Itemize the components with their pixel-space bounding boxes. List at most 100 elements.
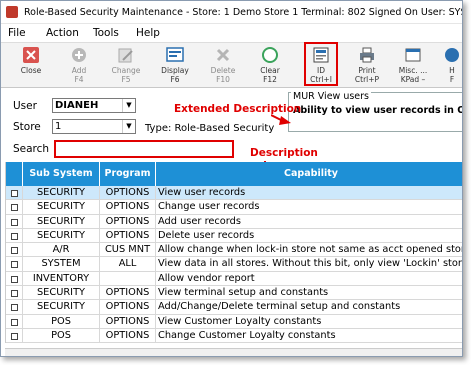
add-icon <box>70 46 88 64</box>
row-select-cell[interactable] <box>6 228 23 243</box>
row-checkbox[interactable] <box>11 304 18 312</box>
row-checkbox[interactable] <box>11 261 18 269</box>
display-button[interactable]: Display F6 <box>155 45 195 87</box>
toolbar: Close Add F4 Change F5 Display F6 Delete… <box>1 42 462 88</box>
search-input[interactable] <box>54 140 234 158</box>
table-row[interactable]: SECURITY OPTIONS Change user records <box>6 200 462 215</box>
chevron-down-icon[interactable]: ▼ <box>122 120 135 133</box>
header-program[interactable]: Program <box>100 162 156 186</box>
print-icon <box>358 46 376 64</box>
menu-bar: File Action Tools Help <box>1 24 462 42</box>
row-select-cell[interactable] <box>6 271 23 286</box>
program-cell: CUS MNT <box>100 243 156 257</box>
store-combo[interactable]: 1 ▼ <box>52 119 136 134</box>
delete-button[interactable]: Delete F10 <box>203 45 243 87</box>
capability-cell: Add user records <box>156 215 462 228</box>
table-row[interactable]: SECURITY OPTIONS View user records <box>6 186 462 201</box>
type-text: Type: Role-Based Security <box>145 123 275 134</box>
add-button[interactable]: Add F4 <box>59 45 99 87</box>
menu-file[interactable]: File <box>8 27 26 39</box>
help-button[interactable]: H F <box>441 45 462 87</box>
sub-system-cell: A/R <box>23 243 100 257</box>
help-key: F <box>449 75 455 84</box>
capability-cell: View user records <box>156 186 462 199</box>
extended-description-text: Ability to view user records in Optio Co… <box>293 105 462 116</box>
chevron-down-icon[interactable]: ▼ <box>122 99 135 112</box>
sub-system-cell: SECURITY <box>23 200 100 214</box>
user-combo[interactable]: DIANEH ▼ <box>52 98 136 113</box>
header-sub-system[interactable]: Sub System <box>23 162 100 186</box>
clear-label: Clear <box>260 66 280 75</box>
table-row[interactable]: A/R CUS MNT Allow change when lock-in stor… <box>6 243 463 258</box>
help-label: H <box>449 66 455 75</box>
print-key: Ctrl+P <box>354 75 380 84</box>
capability-cell: Allow change when lock-in store not same… <box>158 244 463 256</box>
row-select-cell[interactable] <box>6 257 23 271</box>
row-select-cell[interactable] <box>6 214 23 228</box>
menu-action[interactable]: Action <box>46 27 79 39</box>
row-checkbox[interactable] <box>11 318 18 326</box>
table-row[interactable]: SECURITY OPTIONS Add user records <box>6 214 462 229</box>
table-row[interactable]: SECURITY OPTIONS View terminal setup and c… <box>6 286 462 301</box>
clear-icon <box>261 46 279 64</box>
close-label: Close <box>20 66 42 75</box>
clear-key: F12 <box>263 75 277 84</box>
sub-system-cell: SECURITY <box>23 228 100 243</box>
title-bar: Role-Based Security Maintenance - Store:… <box>1 1 462 24</box>
change-button[interactable]: Change F5 <box>106 45 146 87</box>
display-label: Display <box>161 66 189 75</box>
display-key: F6 <box>170 75 180 84</box>
table-row[interactable]: INVENTORY Allow vendor report <box>6 271 462 287</box>
row-select-cell[interactable] <box>6 200 23 214</box>
store-value: 1 <box>55 121 62 132</box>
row-checkbox[interactable] <box>11 247 18 255</box>
close-button[interactable]: Close <box>11 45 51 87</box>
row-checkbox[interactable] <box>11 190 18 197</box>
table-row[interactable]: SECURITY OPTIONS Add/Change/Delete termina… <box>6 300 462 315</box>
window-title: Role-Based Security Maintenance - Store:… <box>24 7 463 18</box>
sub-system-cell: SECURITY <box>23 186 100 200</box>
misc-button[interactable]: Misc. ... KPad – <box>393 45 433 87</box>
menu-help[interactable]: Help <box>136 27 160 39</box>
print-button[interactable]: Print Ctrl+P <box>347 45 387 87</box>
program-cell: OPTIONS <box>100 186 156 200</box>
delete-label: Delete <box>210 66 236 75</box>
store-label: Store <box>13 121 41 133</box>
capability-cell: View terminal setup and constants <box>156 286 462 299</box>
row-checkbox[interactable] <box>11 290 18 298</box>
program-cell: ALL <box>100 257 156 271</box>
row-select-cell[interactable] <box>6 314 23 328</box>
header-capability[interactable]: Capability <box>156 162 462 186</box>
table-row[interactable]: SYSTEM ALL View data in all stores. Withou… <box>6 257 462 272</box>
menu-tools[interactable]: Tools <box>93 27 119 39</box>
horizontal-scrollbar[interactable] <box>5 348 462 356</box>
header-select[interactable] <box>6 162 23 186</box>
clear-button[interactable]: Clear F12 <box>250 45 290 87</box>
row-select-cell[interactable] <box>6 286 23 300</box>
sub-system-cell: INVENTORY <box>23 271 100 286</box>
row-select-cell[interactable] <box>6 328 23 343</box>
search-label: Search <box>13 143 50 155</box>
arrow-right-icon <box>271 114 291 125</box>
program-cell: OPTIONS <box>100 214 156 228</box>
row-checkbox[interactable] <box>11 218 18 226</box>
change-label: Change <box>111 66 141 75</box>
row-checkbox[interactable] <box>11 232 18 240</box>
display-icon <box>166 46 184 64</box>
row-select-cell[interactable] <box>6 300 23 314</box>
misc-label: Misc. ... <box>398 66 428 75</box>
row-checkbox[interactable] <box>11 332 18 340</box>
table-row[interactable]: POS OPTIONS Change Customer Loyalty consta… <box>6 328 462 344</box>
id-button-highlight <box>304 42 338 86</box>
table-row[interactable]: POS OPTIONS View Customer Loyalty constant… <box>6 314 462 329</box>
row-checkbox[interactable] <box>11 204 18 212</box>
sub-system-cell: SECURITY <box>23 300 100 314</box>
table-row[interactable]: SECURITY OPTIONS Delete user records <box>6 228 462 244</box>
row-select-cell[interactable] <box>6 186 23 200</box>
capability-cell: Change Customer Loyalty constants <box>156 329 462 342</box>
user-label: User <box>13 100 37 112</box>
capability-cell: Add/Change/Delete terminal setup and con… <box>156 300 462 313</box>
row-checkbox[interactable] <box>11 275 18 283</box>
program-cell: OPTIONS <box>100 200 156 214</box>
row-select-cell[interactable] <box>6 243 23 257</box>
